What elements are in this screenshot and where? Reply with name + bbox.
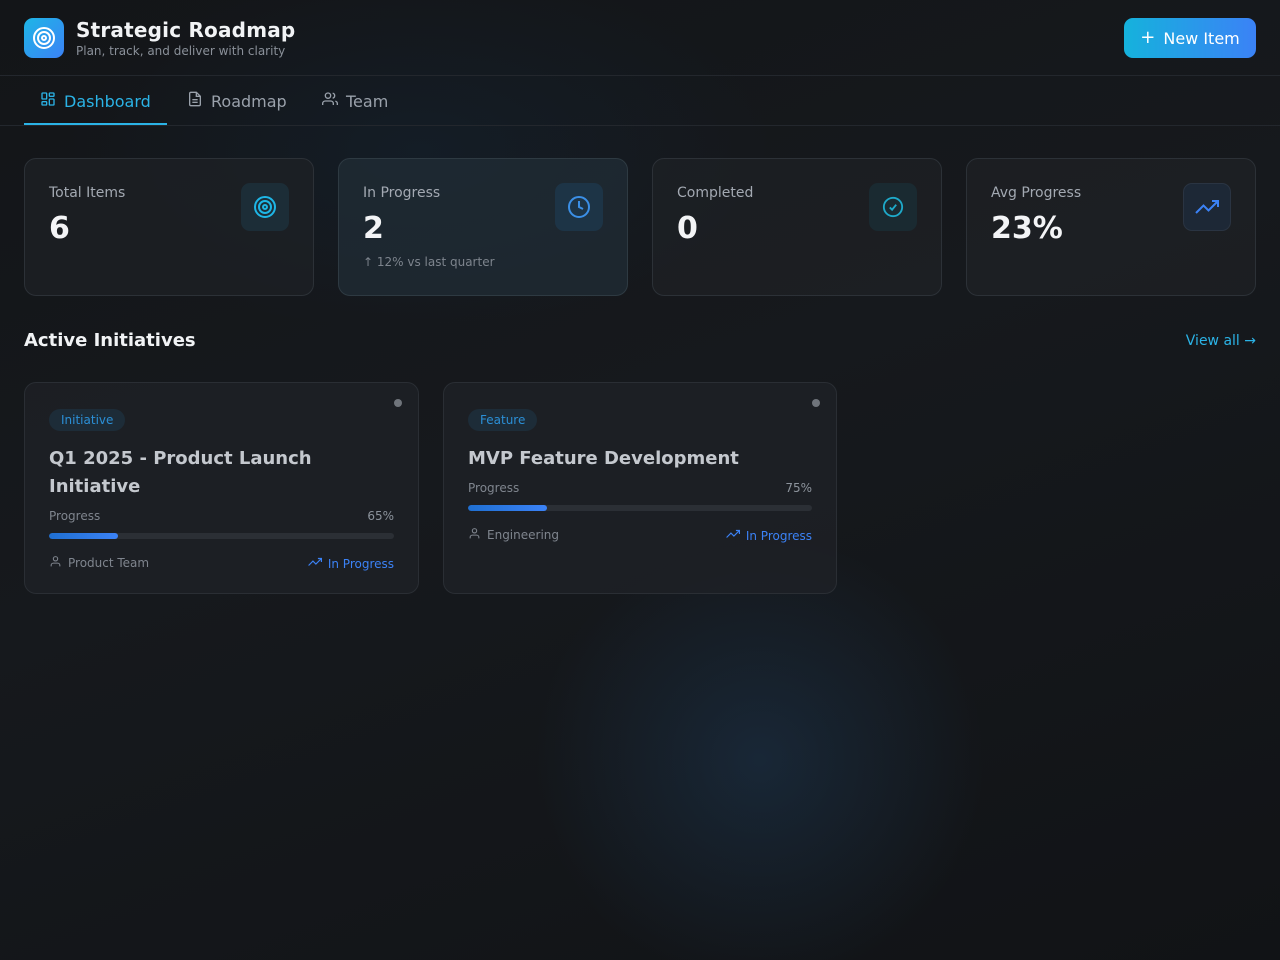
- initiative-card[interactable]: Feature MVP Feature Development Progress…: [443, 382, 837, 594]
- dashboard-icon: [40, 91, 56, 111]
- card-title: MVP Feature Development: [468, 448, 739, 469]
- users-icon: [322, 91, 338, 111]
- progress-fill: [49, 533, 118, 539]
- check-circle-icon: [869, 183, 917, 231]
- app-title: Strategic Roadmap: [76, 18, 296, 42]
- tab-roadmap[interactable]: Roadmap: [187, 77, 287, 125]
- app-subtitle: Plan, track, and deliver with clarity: [76, 44, 286, 58]
- stat-card-in-progress: In Progress 2 ↑ 12% vs last quarter: [338, 158, 628, 296]
- owner: Product Team: [49, 555, 149, 571]
- trending-up-icon: [725, 527, 740, 544]
- stat-value: 2: [363, 211, 384, 246]
- owner: Engineering: [468, 527, 559, 543]
- tab-team-label: Team: [346, 91, 389, 111]
- document-icon: [187, 91, 203, 111]
- stat-card-total-items: Total Items 6: [24, 158, 314, 296]
- trending-up-icon: [307, 555, 322, 572]
- new-item-label: New Item: [1163, 28, 1240, 48]
- status-dot: [812, 399, 820, 407]
- tab-dashboard[interactable]: Dashboard: [40, 77, 151, 125]
- stat-label: Completed: [677, 185, 754, 201]
- stat-card-completed: Completed 0: [652, 158, 942, 296]
- tab-team[interactable]: Team: [322, 77, 388, 125]
- stat-value: 6: [49, 211, 70, 246]
- stat-label: In Progress: [363, 185, 441, 201]
- target-icon: [241, 183, 289, 231]
- type-badge: Initiative: [49, 409, 126, 431]
- tab-bar: Dashboard Roadmap Team: [0, 77, 1280, 126]
- stat-label: Total Items: [49, 185, 126, 201]
- status-label: In Progress: [327, 556, 394, 571]
- owner-label: Engineering: [487, 528, 559, 542]
- trending-up-icon: [1183, 183, 1231, 231]
- stat-label: Avg Progress: [991, 185, 1082, 201]
- status-label: In Progress: [745, 528, 812, 543]
- tab-roadmap-label: Roadmap: [211, 91, 287, 111]
- owner-label: Product Team: [68, 556, 150, 570]
- tab-dashboard-label: Dashboard: [64, 91, 151, 111]
- user-icon: [468, 527, 481, 543]
- type-badge: Feature: [468, 409, 538, 431]
- view-all-link[interactable]: View all →: [1186, 333, 1256, 349]
- plus-icon: +: [1140, 27, 1156, 48]
- status-dot: [394, 399, 402, 407]
- stat-card-avg-progress: Avg Progress 23%: [966, 158, 1256, 296]
- new-item-button[interactable]: + New Item: [1124, 18, 1256, 58]
- stat-trend: ↑ 12% vs last quarter: [363, 255, 495, 269]
- target-icon: [24, 18, 64, 58]
- card-title: Q1 2025 - Product Launch Initiative: [49, 448, 312, 497]
- status: In Progress: [307, 555, 394, 572]
- progress-label: Progress: [468, 481, 520, 495]
- progress-label: Progress: [49, 509, 101, 523]
- progress-percent: 75%: [785, 481, 812, 495]
- progress-bar: [468, 505, 812, 511]
- progress-fill: [468, 505, 548, 511]
- app-header: Strategic Roadmap Plan, track, and deliv…: [0, 0, 1280, 76]
- section-title: Active Initiatives: [24, 330, 196, 351]
- stat-value: 23%: [991, 211, 1063, 246]
- progress-percent: 65%: [367, 509, 394, 523]
- active-tab-indicator: [24, 123, 167, 125]
- stat-value: 0: [677, 211, 698, 246]
- initiative-card[interactable]: Initiative Q1 2025 - Product Launch Init…: [24, 382, 419, 594]
- clock-icon: [555, 183, 603, 231]
- user-icon: [49, 555, 62, 571]
- progress-bar: [49, 533, 394, 539]
- status: In Progress: [725, 527, 812, 544]
